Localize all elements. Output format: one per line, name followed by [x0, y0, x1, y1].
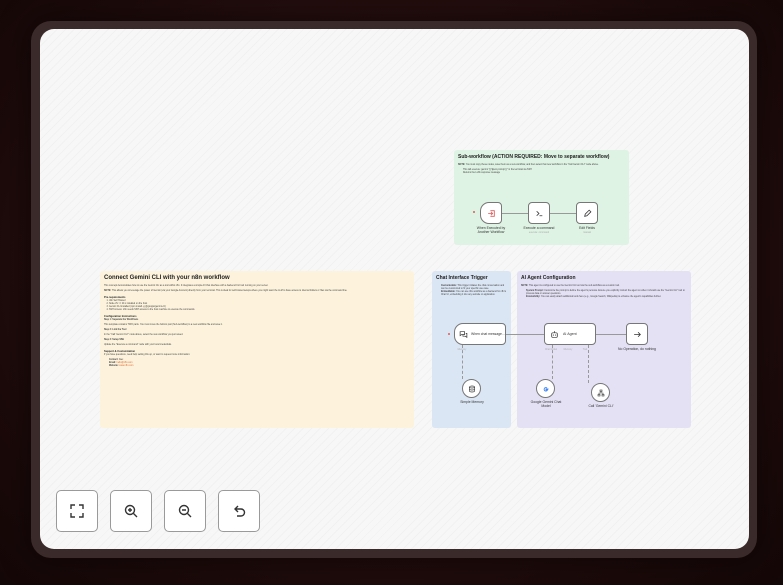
execute-workflow-trigger-node[interactable] [480, 202, 502, 224]
main-note-note: NOTE: This allows you to leverage the po… [104, 290, 348, 292]
reset-zoom-button[interactable] [218, 490, 260, 532]
support-heading: Support & Customization [104, 350, 136, 353]
prereq-list: n8n Self Hosted Node.JS >= 20.x installe… [104, 300, 410, 312]
subworkflow-note: NOTE: You must copy these nodes, save th… [458, 164, 599, 166]
website-link[interactable]: www.n8n.com [119, 365, 133, 367]
edge-exec-edit [550, 213, 576, 214]
simple-memory-label: Simple Memory [460, 400, 484, 404]
edit-fields-sublabel: manual [583, 231, 591, 234]
agent-port-model: Chat Model [544, 348, 558, 351]
chat-note-bullets: Customizable: This trigger initiates the… [436, 285, 507, 297]
gemini-chat-model-node[interactable] [536, 379, 555, 398]
call-gemini-cli-label: Call 'Gemini CLI' [588, 404, 614, 408]
gemini-chat-model-label: Google Gemini Chat Model [530, 400, 562, 408]
step1-text: This template contains TWO parts. You mu… [104, 324, 223, 326]
config-heading: Configuration Instructions [104, 315, 137, 318]
step3-text: Update the "Execute a command" node with… [104, 344, 172, 346]
database-icon [468, 385, 475, 392]
robot-icon [551, 330, 558, 338]
execute-command-node[interactable] [528, 202, 550, 224]
zoom-out-icon [178, 504, 192, 518]
agent-note-bullets: System Prompt: Customize the prompt to d… [521, 290, 687, 299]
agent-note-title: AI Agent Configuration [521, 275, 576, 281]
sitemap-icon [597, 389, 604, 396]
prereq-heading: Pre-requirements [104, 296, 126, 299]
chat-memory-port: Memory [457, 348, 467, 351]
edge-trigger-exec [502, 213, 528, 214]
google-g-icon [543, 386, 548, 392]
no-operation-node[interactable] [626, 323, 648, 345]
edit-fields-label: Edit Fields [579, 226, 595, 230]
agent-port-memory: Memory [563, 348, 573, 351]
sign-in-icon [487, 209, 495, 217]
step2-title: Step 2: Link the Tool [104, 329, 127, 331]
fit-view-button[interactable] [56, 490, 98, 532]
execute-command-sublabel: execute: command [528, 231, 550, 234]
call-gemini-cli-node[interactable] [591, 383, 610, 402]
chat-bubbles-icon [459, 330, 468, 338]
edge-chat-agent [506, 334, 544, 335]
chat-trigger-indicator-dot [448, 333, 450, 335]
main-sticky-note[interactable]: Connect Gemini CLI with your n8n workflo… [100, 271, 414, 428]
no-operation-label: No Operation, do nothing [618, 347, 656, 351]
zoom-in-button[interactable] [110, 490, 152, 532]
trigger-node-label: When Executed by Another Workflow [476, 226, 506, 234]
contact-list: Contact: Alex Email: hello@n8n.com Websi… [104, 359, 410, 368]
ai-agent-node[interactable]: AI Agent [544, 323, 596, 345]
step1-title: Step 1: Separate the Workflows [104, 319, 139, 321]
main-note-intro: This concept demonstrates how to use the… [104, 285, 269, 287]
trigger-indicator-dot [473, 211, 475, 213]
fit-view-icon [70, 504, 84, 518]
chat-trigger-node[interactable]: When chat message... [454, 323, 506, 345]
agent-port-tool: Tool [582, 348, 588, 351]
main-note-title: Connect Gemini CLI with your n8n workflo… [104, 275, 230, 281]
step2-text: In the "Call 'Gemini CLI'" node above, s… [104, 334, 184, 336]
execute-command-label: Execute a command [523, 226, 555, 230]
chat-trigger-label: When chat message... [471, 332, 505, 336]
edge-agent-noop [596, 334, 626, 335]
undo-icon [234, 505, 246, 517]
subworkflow-title: Sub-workflow (ACTION REQUIRED: Move to s… [458, 154, 610, 160]
support-text: If you have questions, need help setting… [104, 354, 191, 356]
arrow-right-icon [633, 331, 641, 337]
email-link[interactable]: hello@n8n.com [117, 362, 133, 364]
pencil-icon [583, 209, 591, 217]
zoom-in-icon [124, 504, 138, 518]
step3-title: Step 3: Setup SSH [104, 339, 125, 341]
subworkflow-bullets: This will execute: gemini "{{ $json.prom… [458, 169, 625, 175]
chat-note-title: Chat Interface Trigger [436, 275, 488, 281]
terminal-icon [535, 210, 542, 216]
zoom-out-button[interactable] [164, 490, 206, 532]
edge-agent-tool [588, 345, 589, 383]
simple-memory-node[interactable] [462, 379, 481, 398]
ai-agent-label: AI Agent [563, 332, 577, 336]
edge-agent-model [552, 345, 553, 379]
workflow-canvas[interactable]: Sub-workflow (ACTION REQUIRED: Move to s… [40, 29, 749, 549]
edit-fields-node[interactable] [576, 202, 598, 224]
agent-note-note: NOTE: This agent is configured to use th… [521, 285, 620, 287]
